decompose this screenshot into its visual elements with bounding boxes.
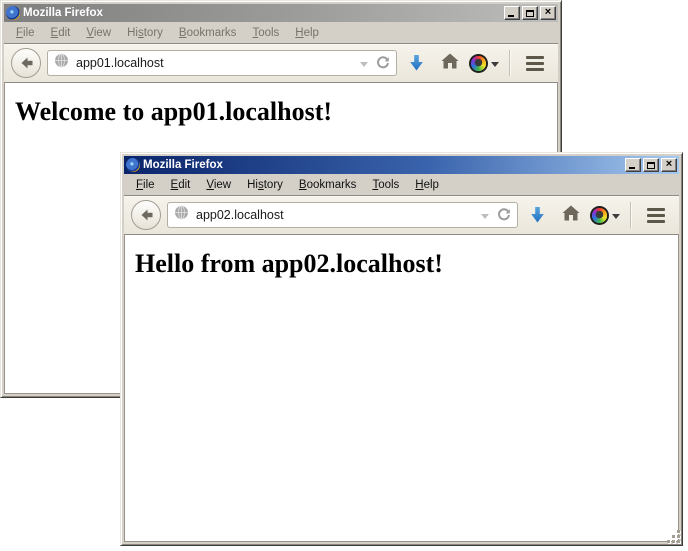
download-button[interactable] [522, 200, 552, 230]
chevron-down-icon[interactable] [481, 214, 489, 219]
browser-window-app02: Mozilla Firefox × File Edit View History… [120, 152, 683, 546]
minimize-button[interactable] [504, 6, 520, 20]
url-bar[interactable]: app02.localhost [167, 202, 518, 228]
download-button[interactable] [401, 48, 431, 78]
titlebar[interactable]: Mozilla Firefox × [124, 156, 679, 174]
maximize-icon [526, 10, 534, 17]
menu-tools[interactable]: Tools [244, 25, 287, 41]
url-text[interactable]: app02.localhost [196, 208, 477, 222]
chevron-down-icon[interactable] [360, 62, 368, 67]
window-controls: × [625, 158, 677, 172]
minimize-icon [508, 15, 514, 17]
menu-view[interactable]: View [198, 177, 239, 193]
maximize-button[interactable] [643, 158, 659, 172]
toolbar-separator [509, 50, 510, 76]
navigation-toolbar: app02.localhost [124, 195, 679, 234]
home-icon [441, 53, 459, 74]
firefox-logo-icon [126, 158, 140, 172]
hamburger-menu-icon [647, 208, 665, 223]
url-bar[interactable]: app01.localhost [47, 50, 397, 76]
menu-history[interactable]: History [119, 25, 171, 41]
menu-edit[interactable]: Edit [163, 177, 199, 193]
menu-bar: File Edit View History Bookmarks Tools H… [124, 174, 679, 195]
menu-bookmarks[interactable]: Bookmarks [171, 25, 245, 41]
page-content: Hello from app02.localhost! [124, 234, 679, 542]
menu-file[interactable]: File [8, 25, 43, 41]
minimize-button[interactable] [625, 158, 641, 172]
resize-grip[interactable] [667, 530, 682, 545]
window-title: Mozilla Firefox [23, 7, 501, 19]
close-button[interactable]: × [661, 158, 677, 172]
menu-view[interactable]: View [78, 25, 119, 41]
open-menu-button[interactable] [520, 48, 550, 78]
menu-bookmarks[interactable]: Bookmarks [291, 177, 365, 193]
url-text[interactable]: app01.localhost [76, 56, 356, 70]
back-arrow-icon [139, 208, 154, 222]
menu-help[interactable]: Help [407, 177, 447, 193]
home-icon [562, 205, 580, 226]
menu-edit[interactable]: Edit [43, 25, 79, 41]
open-menu-button[interactable] [641, 200, 671, 230]
maximize-button[interactable] [522, 6, 538, 20]
back-button[interactable] [11, 48, 41, 78]
close-button[interactable]: × [540, 6, 556, 20]
close-icon: × [666, 159, 672, 170]
firefox-logo-icon [6, 6, 20, 20]
back-button[interactable] [131, 200, 161, 230]
menu-history[interactable]: History [239, 177, 291, 193]
color-wheel-icon [469, 54, 488, 73]
home-button[interactable] [556, 200, 586, 230]
colorwheel-extension-button[interactable] [590, 200, 620, 230]
home-button[interactable] [435, 48, 465, 78]
menu-help[interactable]: Help [287, 25, 327, 41]
window-controls: × [504, 6, 556, 20]
window-title: Mozilla Firefox [143, 159, 622, 171]
menu-tools[interactable]: Tools [364, 177, 407, 193]
globe-icon [54, 53, 69, 73]
reload-button[interactable] [497, 208, 511, 222]
minimize-icon [629, 167, 635, 169]
chevron-down-icon [612, 214, 620, 219]
colorwheel-extension-button[interactable] [469, 48, 499, 78]
maximize-icon [647, 162, 655, 169]
hamburger-menu-icon [526, 56, 544, 71]
back-arrow-icon [19, 56, 34, 70]
menu-bar: File Edit View History Bookmarks Tools H… [4, 22, 558, 43]
close-icon: × [545, 7, 551, 18]
toolbar-separator [630, 202, 631, 228]
color-wheel-icon [590, 206, 609, 225]
navigation-toolbar: app01.localhost [4, 43, 558, 82]
titlebar[interactable]: Mozilla Firefox × [4, 4, 558, 22]
chevron-down-icon [491, 62, 499, 67]
globe-icon [174, 205, 189, 225]
page-heading: Welcome to app01.localhost! [15, 97, 557, 127]
reload-button[interactable] [376, 56, 390, 70]
page-heading: Hello from app02.localhost! [135, 249, 678, 279]
menu-file[interactable]: File [128, 177, 163, 193]
